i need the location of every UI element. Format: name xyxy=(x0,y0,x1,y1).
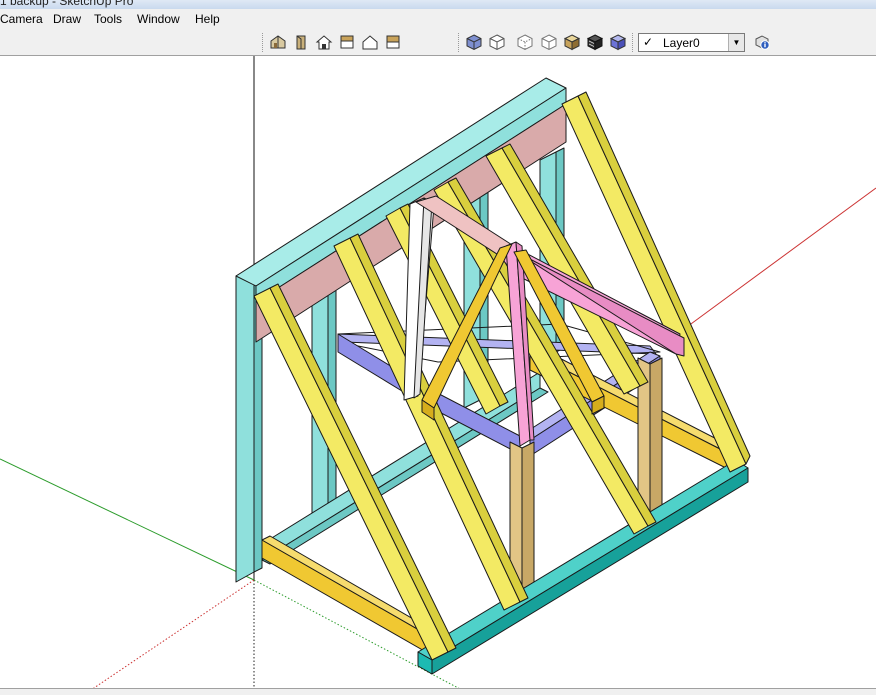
layer-dropdown-value: Layer0 xyxy=(663,36,700,50)
menu-draw[interactable]: Draw xyxy=(53,12,81,26)
left-view-icon[interactable] xyxy=(383,32,403,52)
front-view-icon[interactable] xyxy=(314,32,334,52)
title-bar: 1 backup - SketchUp Pro xyxy=(0,0,876,9)
shaded-textures-icon[interactable] xyxy=(562,32,582,52)
xray-icon[interactable] xyxy=(464,32,484,52)
window-title: 1 backup - SketchUp Pro xyxy=(0,0,134,8)
timber-frame-model xyxy=(0,56,876,694)
toolbar-grip xyxy=(262,33,265,52)
right-view-icon[interactable] xyxy=(337,32,357,52)
layer-dropdown[interactable]: ✓ Layer0 ▼ xyxy=(638,33,745,52)
xray-blue-icon[interactable] xyxy=(608,32,628,52)
layer-manager-icon[interactable] xyxy=(752,32,772,52)
menu-tools[interactable]: Tools xyxy=(94,12,122,26)
menu-help[interactable]: Help xyxy=(195,12,220,26)
layer-check-icon: ✓ xyxy=(643,35,654,49)
hidden-line-icon[interactable] xyxy=(515,32,535,52)
model-viewport[interactable] xyxy=(0,56,876,694)
back-view-icon[interactable] xyxy=(360,32,380,52)
toolbar-grip xyxy=(458,33,461,52)
iso-view-icon[interactable] xyxy=(268,32,288,52)
wireframe-icon[interactable] xyxy=(487,32,507,52)
menu-window[interactable]: Window xyxy=(137,12,180,26)
menu-camera[interactable]: Camera xyxy=(0,12,43,26)
toolbar-grip xyxy=(632,33,635,52)
chevron-down-icon[interactable]: ▼ xyxy=(728,34,744,51)
monochrome-icon[interactable] xyxy=(585,32,605,52)
toolbar: ✓ Layer0 ▼ xyxy=(0,30,876,56)
menu-bar: Camera Draw Tools Window Help xyxy=(0,9,876,31)
shaded-icon[interactable] xyxy=(539,32,559,52)
top-view-icon[interactable] xyxy=(291,32,311,52)
